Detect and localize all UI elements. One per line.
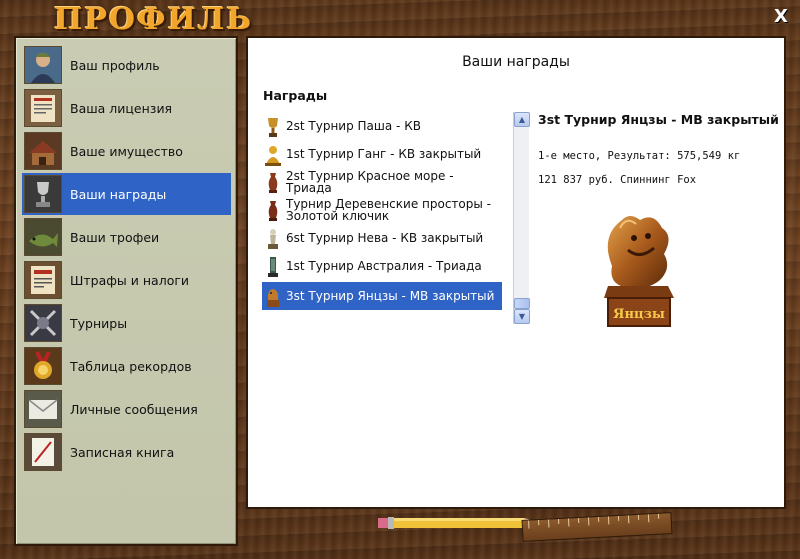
awards-list-heading: Награды: [263, 88, 328, 103]
close-button[interactable]: X: [770, 6, 792, 28]
sidebar-item-fines[interactable]: Штрафы и налоги: [22, 259, 231, 301]
medal-icon: [24, 347, 62, 385]
trophy-image: Янцзы: [578, 206, 698, 346]
page-title: Ваши награды: [462, 54, 570, 70]
sidebar-item-property[interactable]: Ваше имущество: [22, 130, 231, 172]
fine-document-icon: [24, 261, 62, 299]
cup-icon: [264, 114, 282, 138]
statuette-icon: [264, 226, 282, 250]
sidebar-item-messages[interactable]: Личные сообщения: [22, 388, 231, 430]
award-prize: 121 837 руб. Спиннинг Fox: [538, 174, 697, 186]
sidebar-item-label: Ваш профиль: [70, 57, 160, 73]
sidebar-item-license[interactable]: Ваша лицензия: [22, 87, 231, 129]
award-list-item[interactable]: 2st Турнир Красное море - Триада: [262, 168, 502, 196]
buddha-statue-icon: [264, 142, 282, 166]
sidebar: Ваш профиль Ваша лицензия Ваше имущество…: [14, 36, 238, 546]
award-detail-title: 3st Турнир Янцзы - МВ закрытый: [538, 112, 779, 127]
vase-icon: [264, 170, 282, 194]
award-list-item[interactable]: 1st Турнир Австралия - Триада: [262, 252, 502, 280]
dragon-icon: [264, 284, 282, 308]
notebook-icon: [24, 433, 62, 471]
chevron-down-icon: ▼: [518, 312, 526, 321]
sidebar-item-label: Записная книга: [70, 444, 175, 460]
awards-scrollbar[interactable]: ▲ ▼: [513, 112, 530, 324]
award-label: Турнир Деревенские просторы - Золотой кл…: [286, 197, 491, 223]
award-label: 2st Турнир Красное море - Триада: [286, 169, 454, 195]
scroll-thumb[interactable]: [514, 298, 530, 309]
vase-icon: [264, 198, 282, 222]
sidebar-item-label: Турниры: [70, 315, 128, 331]
property-icon: [24, 132, 62, 170]
award-label: 3st Турнир Янцзы - МВ закрытый: [286, 289, 495, 303]
main-panel: Ваши награды Награды 2st Турнир Паша - К…: [246, 36, 786, 509]
envelope-icon: [24, 390, 62, 428]
awards-list: 2st Турнир Паша - КВ 1st Турнир Ганг - К…: [262, 112, 530, 324]
scroll-up-button[interactable]: ▲: [514, 112, 530, 127]
sidebar-item-label: Таблица рекордов: [70, 358, 192, 374]
award-list-item[interactable]: 1st Турнир Ганг - КВ закрытый: [262, 140, 502, 168]
sidebar-item-tournaments[interactable]: Турниры: [22, 302, 231, 344]
scroll-down-button[interactable]: ▼: [514, 309, 530, 324]
trophy-plaque-text: Янцзы: [613, 307, 665, 322]
fish-trophy-icon: [24, 218, 62, 256]
sidebar-item-notebook[interactable]: Записная книга: [22, 431, 231, 473]
sidebar-item-label: Личные сообщения: [70, 401, 198, 417]
award-list-item[interactable]: Турнир Деревенские просторы - Золотой кл…: [262, 196, 502, 224]
sidebar-item-records[interactable]: Таблица рекордов: [22, 345, 231, 387]
sidebar-item-label: Ваши трофеи: [70, 229, 160, 245]
award-result: 1-е место, Результат: 575,549 кг: [538, 150, 741, 162]
sidebar-item-awards[interactable]: Ваши награды: [22, 173, 231, 215]
award-label: 2st Турнир Паша - КВ: [286, 119, 421, 133]
sidebar-item-trophies[interactable]: Ваши трофеи: [22, 216, 231, 258]
sidebar-item-label: Ваша лицензия: [70, 100, 173, 116]
award-label: 1st Турнир Ганг - КВ закрытый: [286, 147, 482, 161]
award-list-item[interactable]: 6st Турнир Нева - КВ закрытый: [262, 224, 502, 252]
crossed-rods-icon: [24, 304, 62, 342]
chevron-up-icon: ▲: [518, 115, 526, 124]
statuette-icon: [264, 254, 282, 278]
award-icon: [24, 175, 62, 213]
sidebar-item-label: Штрафы и налоги: [70, 272, 190, 288]
award-label: 6st Турнир Нева - КВ закрытый: [286, 231, 484, 245]
window-title: ПРОФИЛЬ: [54, 2, 254, 37]
sidebar-item-label: Ваши награды: [70, 186, 167, 202]
sidebar-item-profile[interactable]: Ваш профиль: [22, 44, 231, 86]
award-label: 1st Турнир Австралия - Триада: [286, 259, 482, 273]
sidebar-item-label: Ваше имущество: [70, 143, 183, 159]
license-icon: [24, 89, 62, 127]
award-list-item[interactable]: 2st Турнир Паша - КВ: [262, 112, 502, 140]
fisherman-icon: [24, 46, 62, 84]
pencil-decoration: [378, 517, 542, 529]
award-list-item-selected[interactable]: 3st Турнир Янцзы - МВ закрытый: [262, 282, 502, 310]
